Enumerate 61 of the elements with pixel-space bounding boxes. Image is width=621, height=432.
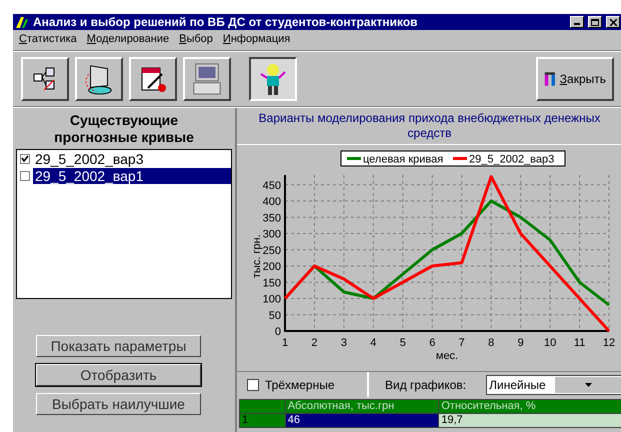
y-tick-label: 250 bbox=[262, 244, 281, 257]
menu-item[interactable]: Выбор bbox=[179, 33, 213, 47]
y-tick-label: 350 bbox=[262, 212, 281, 224]
y-tick-label: 0 bbox=[274, 326, 281, 338]
x-tick-label: 6 bbox=[429, 337, 436, 349]
x-axis-label: мес. bbox=[436, 350, 458, 362]
x-tick-label: 7 bbox=[458, 337, 465, 349]
chart-title: Варианты моделирования прихода внебюджетных денежных средств bbox=[237, 108, 621, 145]
checkbox[interactable] bbox=[20, 154, 30, 164]
chart-type-dropdown[interactable]: Линейные bbox=[486, 374, 621, 394]
panel-heading: Существующие прогнозные кривые bbox=[53, 111, 195, 147]
x-tick-label: 11 bbox=[574, 337, 586, 349]
x-tick-label: 10 bbox=[544, 337, 556, 349]
minimize-icon[interactable] bbox=[570, 16, 584, 28]
y-tick-label: 100 bbox=[262, 294, 281, 306]
door-icon bbox=[544, 70, 556, 88]
menu-item[interactable]: Статистика bbox=[19, 33, 77, 47]
y-tick-label: 50 bbox=[268, 310, 281, 322]
legend-label: целевая кривая bbox=[363, 154, 444, 166]
x-tick-label: 9 bbox=[518, 337, 524, 349]
action-button[interactable]: Выбрать наилучшие bbox=[36, 393, 201, 415]
x-tick-label: 3 bbox=[340, 337, 347, 349]
legend-item: 29_5_2002_вар3 bbox=[453, 154, 554, 166]
checkbox-label: Трёхмерные bbox=[265, 378, 335, 392]
column-header: Относительная, % bbox=[438, 400, 621, 414]
legend-label: 29_5_2002_вар3 bbox=[469, 154, 554, 166]
list-item[interactable]: 29_5_2002_вар3 bbox=[33, 150, 146, 166]
y-tick-label: 150 bbox=[262, 277, 281, 290]
corner-cell bbox=[240, 400, 286, 414]
checkbox[interactable] bbox=[20, 170, 30, 180]
app-icon bbox=[15, 16, 29, 28]
table-cell: 46 bbox=[285, 414, 439, 428]
x-tick-label: 5 bbox=[400, 337, 406, 349]
field-label: Вид графиков: bbox=[385, 378, 466, 392]
x-tick-label: 1 bbox=[282, 337, 288, 349]
y-tick-label: 400 bbox=[262, 196, 281, 208]
table-cell: 19,7 bbox=[438, 414, 621, 428]
x-tick-label: 4 bbox=[370, 337, 376, 349]
list-item[interactable]: 29_5_2002_вар1 bbox=[33, 168, 231, 184]
figure-icon bbox=[258, 62, 288, 96]
x-tick-label: 12 bbox=[602, 337, 616, 349]
x-tick-label: 8 bbox=[488, 337, 494, 349]
legend-item: целевая кривая bbox=[347, 154, 444, 166]
y-axis-label: тыс. грн. bbox=[251, 234, 263, 278]
row-header: 1 bbox=[240, 414, 286, 428]
y-tick-label: 450 bbox=[262, 180, 281, 192]
column-header: Абсолютная, тыс.грн bbox=[285, 400, 439, 414]
toolbar-button[interactable] bbox=[249, 57, 297, 101]
window-title: Анализ и выбор решений по ВБ ДС от студентов-контрактников bbox=[33, 15, 419, 29]
maximize-icon[interactable] bbox=[588, 16, 602, 28]
x-tick-label: 2 bbox=[311, 337, 318, 349]
action-button[interactable]: Отобразить bbox=[36, 364, 201, 386]
checkbox[interactable] bbox=[247, 378, 259, 390]
menu-item[interactable]: Информация bbox=[222, 33, 290, 47]
menu-item[interactable]: Моделирование bbox=[86, 33, 170, 47]
y-tick-label: 300 bbox=[262, 228, 281, 240]
close-button[interactable]: Закрыть bbox=[536, 57, 614, 101]
close-icon[interactable] bbox=[606, 16, 620, 28]
action-button[interactable]: Показать параметры bbox=[36, 335, 201, 357]
computer-icon bbox=[191, 61, 223, 97]
y-tick-label: 200 bbox=[262, 261, 281, 273]
